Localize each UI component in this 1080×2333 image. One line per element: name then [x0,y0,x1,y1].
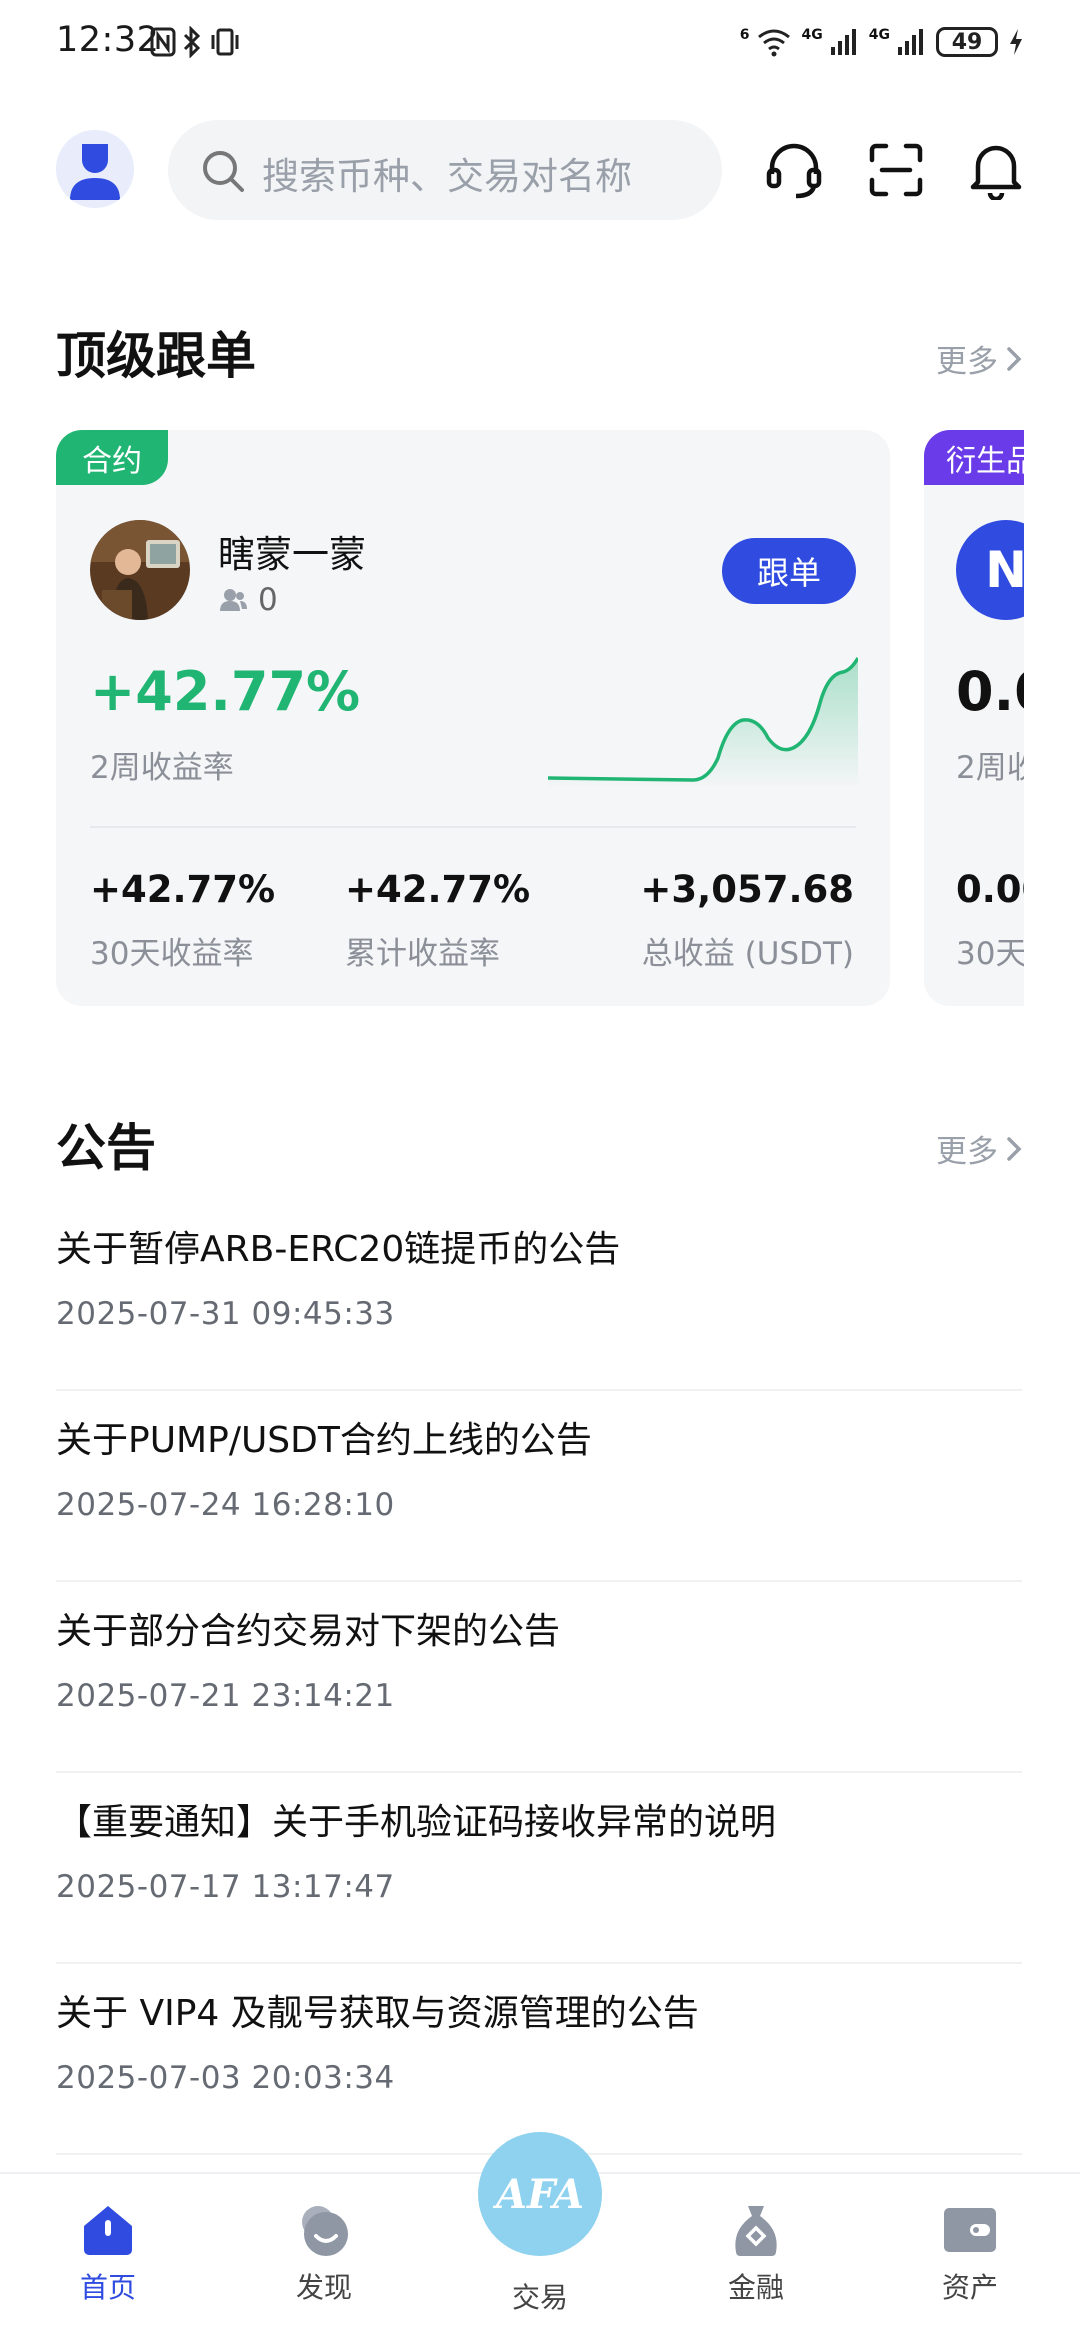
next-trader-return-label: 2周收 [956,750,1024,786]
announcements-title: 公告 [56,1119,156,1177]
announcement-item[interactable]: 关于暂停ARB-ERC20链提币的公告 2025-07-31 09:45:33 [56,1200,1022,1391]
nav-assets-label: 资产 [941,2271,998,2304]
chevron-right-icon [1007,1136,1022,1161]
announcements-more-link[interactable]: 更多 [936,1126,1024,1171]
announcement-item[interactable]: 【重要通知】关于手机验证码接收异常的说明 2025-07-17 13:17:47 [56,1773,1022,1964]
announcement-title: 关于 VIP4 及靓号获取与资源管理的公告 [56,1993,699,2034]
next-trader-stat-value: 0.00 [956,868,1024,911]
nav-trade-label: 交易 [511,2281,568,2314]
next-trader-return-value: 0.0 [956,660,1024,723]
wallet-icon [944,2208,996,2252]
announcement-title: 关于PUMP/USDT合约上线的公告 [56,1420,592,1461]
announcement-date: 2025-07-24 16:28:10 [56,1487,395,1523]
discover-icon [302,2206,348,2256]
announcement-item[interactable]: 关于部分合约交易对下架的公告 2025-07-21 23:14:21 [56,1582,1022,1773]
nav-trade[interactable]: 交易 [470,2270,610,2316]
announcement-date: 2025-07-21 23:14:21 [56,1678,395,1714]
home-icon [84,2206,132,2255]
more-label: 更多 [936,1134,998,1170]
finance-bag-icon [735,2206,777,2256]
announcement-date: 2025-07-31 09:45:33 [56,1296,395,1332]
nav-discover-label: 发现 [295,2271,352,2304]
nav-home-label: 首页 [79,2271,136,2304]
announcement-date: 2025-07-03 20:03:34 [56,2060,395,2096]
announcement-title: 关于暂停ARB-ERC20链提币的公告 [56,1229,621,1270]
nav-discover[interactable]: 发现 [254,2200,394,2306]
announcement-item[interactable]: 关于PUMP/USDT合约上线的公告 2025-07-24 16:28:10 [56,1391,1022,1582]
trade-logo-icon[interactable]: AFA [478,2132,602,2256]
announcement-list: 关于暂停ARB-ERC20链提币的公告 2025-07-31 09:45:33 … [56,1200,1022,2155]
derivatives-tag: 衍生品 [924,430,1024,485]
nav-home[interactable]: 首页 [38,2200,178,2306]
announcement-item[interactable]: 关于 VIP4 及靓号获取与资源管理的公告 2025-07-03 20:03:3… [56,1964,1022,2155]
announcement-title: 关于部分合约交易对下架的公告 [56,1611,561,1652]
next-trader-stat-label: 30天 [956,936,1024,972]
nav-assets[interactable]: 资产 [900,2200,1040,2306]
nav-finance-label: 金融 [727,2271,784,2304]
nav-finance[interactable]: 金融 [686,2200,826,2306]
announcement-date: 2025-07-17 13:17:47 [56,1869,395,1905]
announcement-title: 【重要通知】关于手机验证码接收异常的说明 [56,1802,777,1843]
